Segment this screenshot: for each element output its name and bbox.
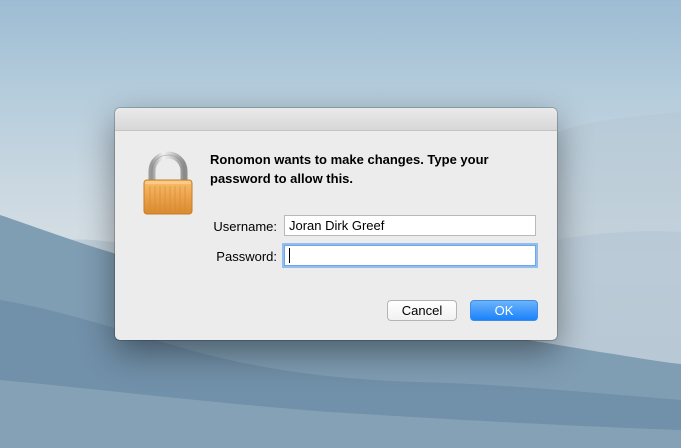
username-field[interactable]: Joran Dirk Greef	[284, 215, 536, 236]
ok-button[interactable]: OK	[470, 300, 538, 321]
cancel-button[interactable]: Cancel	[387, 300, 457, 321]
password-label: Password:	[216, 249, 277, 264]
dialog-titlebar	[115, 108, 557, 131]
password-field[interactable]	[284, 245, 536, 266]
username-value: Joran Dirk Greef	[289, 218, 385, 233]
padlock-icon	[142, 151, 194, 215]
text-caret	[289, 248, 290, 263]
desktop-background: Ronomon wants to make changes. Type your…	[0, 0, 681, 448]
username-label: Username:	[213, 219, 277, 234]
authentication-dialog: Ronomon wants to make changes. Type your…	[115, 108, 557, 340]
dialog-message: Ronomon wants to make changes. Type your…	[210, 152, 489, 186]
